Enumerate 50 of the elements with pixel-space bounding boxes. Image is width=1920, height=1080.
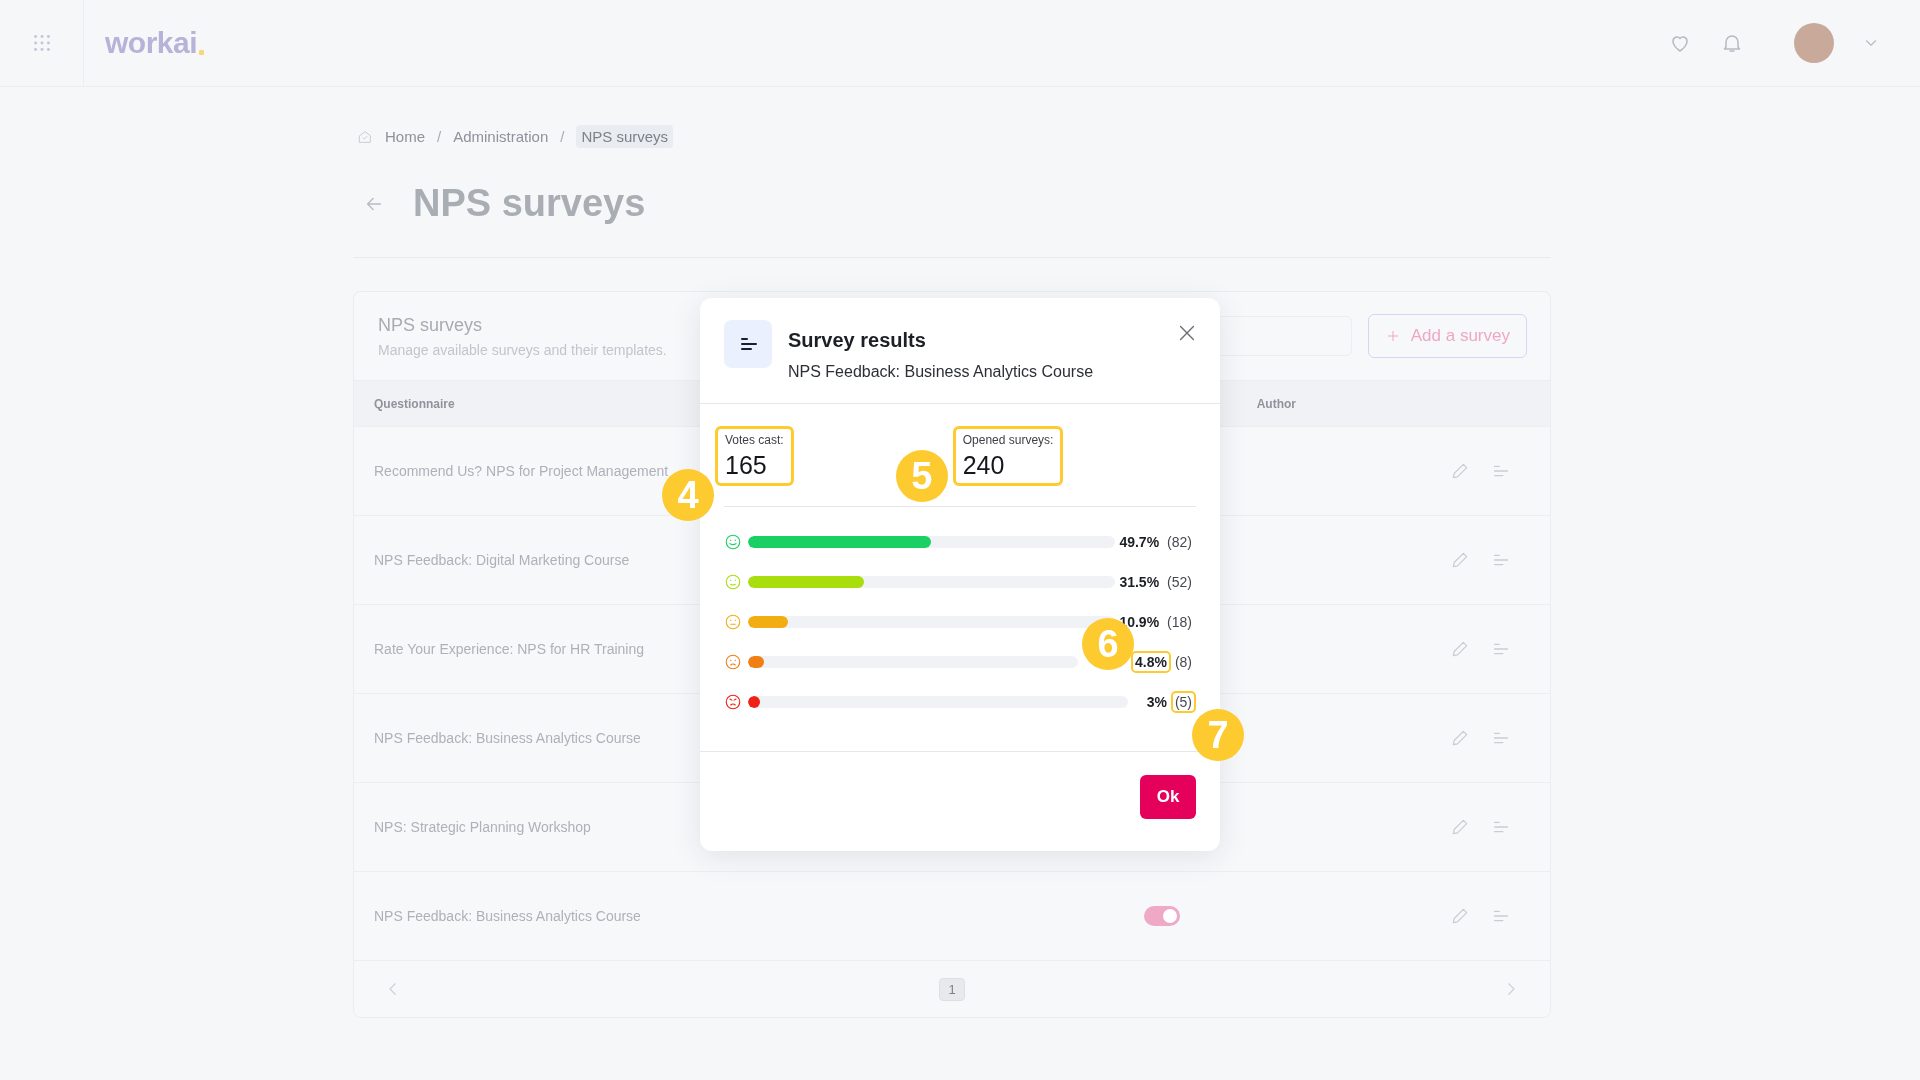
angry-face-icon: [724, 693, 742, 711]
table-cell: NPS Feedback: Business Analytics Course: [374, 908, 641, 924]
ok-button[interactable]: Ok: [1140, 775, 1196, 819]
stat-value: 240: [962, 451, 1006, 480]
vote-count: (18): [1166, 613, 1193, 632]
step-badge: 7: [1192, 709, 1244, 761]
results-icon: [724, 320, 772, 368]
table-cell: Recommend Us? NPS for Project Management: [374, 463, 669, 479]
stat-label: Votes cast:: [725, 433, 784, 447]
home-icon[interactable]: [357, 128, 373, 145]
step-badge: 5: [895, 450, 948, 502]
vote-count: (82): [1166, 533, 1193, 552]
column-header: Author: [1256, 396, 1296, 411]
table-cell: NPS Feedback: Business Analytics Course: [374, 730, 641, 746]
breadcrumb-separator: /: [560, 128, 565, 145]
add-survey-button[interactable]: Add a survey: [1367, 314, 1527, 358]
pencil-icon[interactable]: [1450, 550, 1470, 570]
column-header: Questionnaire: [374, 396, 455, 411]
sad-face-icon: [724, 653, 742, 671]
dialog-subtitle: NPS Feedback: Business Analytics Course: [788, 363, 1095, 381]
card-title: NPS surveys: [378, 314, 484, 336]
vote-count: (5): [1170, 691, 1196, 713]
breadcrumb-link[interactable]: NPS surveys: [576, 125, 674, 148]
logo[interactable]: workai: [105, 26, 198, 60]
toggle-switch[interactable]: [1144, 906, 1180, 926]
vote-count: (8): [1173, 653, 1193, 672]
stat-label: Opened surveys:: [962, 433, 1054, 447]
pencil-icon[interactable]: [1450, 817, 1470, 837]
page-number[interactable]: 1: [939, 977, 965, 1001]
percentage: 3%: [1145, 693, 1168, 712]
table-cell: NPS: Strategic Planning Workshop: [374, 819, 591, 835]
pencil-icon[interactable]: [1450, 461, 1470, 481]
pencil-icon[interactable]: [1450, 906, 1470, 926]
percentage: 31.5%: [1118, 573, 1161, 592]
grinning-face-icon: [724, 533, 742, 551]
percentage: 49.7%: [1118, 533, 1161, 552]
smiling-face-icon: [724, 573, 742, 591]
breadcrumb-link[interactable]: Administration: [453, 128, 549, 145]
stat-value: 165: [725, 451, 768, 480]
dialog-title: Survey results: [788, 329, 927, 352]
avatar[interactable]: [1794, 23, 1834, 63]
pencil-icon[interactable]: [1450, 728, 1470, 748]
neutral-face-icon: [724, 613, 742, 631]
page-title: NPS surveys: [413, 182, 646, 225]
breadcrumb-link[interactable]: Home: [385, 128, 425, 145]
pencil-icon[interactable]: [1450, 639, 1470, 659]
breadcrumb-separator: /: [437, 128, 442, 145]
table-cell: NPS Feedback: Digital Marketing Course: [374, 552, 630, 568]
table-cell: Rate Your Experience: NPS for HR Training: [374, 641, 645, 657]
vote-count: (52): [1166, 573, 1193, 592]
